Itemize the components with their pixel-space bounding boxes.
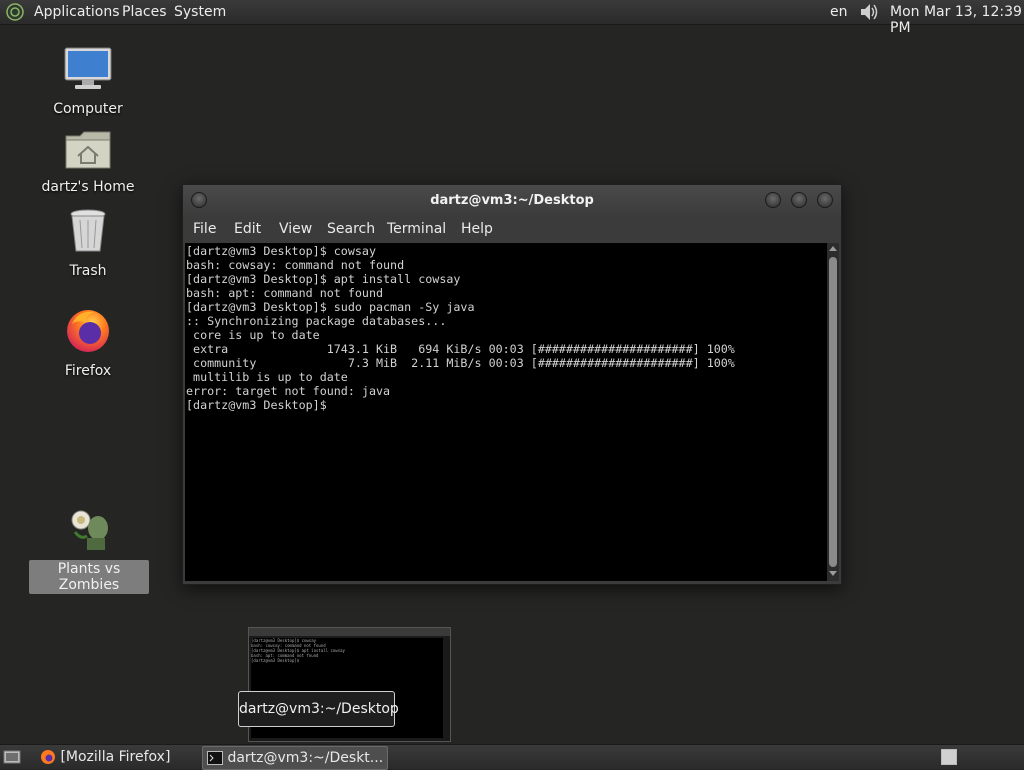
- menu-search[interactable]: Search: [327, 221, 375, 237]
- taskbar-item-label: [Mozilla Firefox]: [60, 749, 171, 765]
- distro-logo-icon[interactable]: [6, 3, 24, 21]
- top-panel: Applications Places System en Mon Mar 13…: [0, 0, 1024, 36]
- desktop-icon-label: Plants vs Zombies: [29, 560, 149, 594]
- minimize-button[interactable]: [765, 192, 781, 208]
- desktop-icon-trash[interactable]: Trash: [33, 208, 143, 280]
- window-tooltip: dartz@vm3:~/Desktop: [238, 691, 399, 727]
- desktop-icon-label: Computer: [53, 101, 123, 117]
- menu-view[interactable]: View: [279, 221, 312, 237]
- menu-terminal[interactable]: Terminal: [387, 221, 446, 237]
- menu-help[interactable]: Help: [461, 221, 493, 237]
- bottom-panel: [Mozilla Firefox] dartz@vm3:~/Deskt...: [0, 744, 1024, 770]
- firefox-icon: [67, 310, 109, 352]
- window-title: dartz@vm3:~/Desktop: [430, 193, 594, 208]
- preview-menubar: [249, 628, 450, 636]
- keyboard-layout-indicator[interactable]: en: [830, 4, 848, 20]
- volume-icon[interactable]: [858, 2, 880, 22]
- plants-vs-zombies-icon: [71, 510, 108, 550]
- home-folder-icon: [65, 131, 111, 169]
- trash-icon: [70, 209, 106, 252]
- taskbar-item-terminal[interactable]: dartz@vm3:~/Deskt...: [202, 746, 389, 770]
- desktop-icon-label: Trash: [69, 263, 107, 279]
- terminal-output[interactable]: [dartz@vm3 Desktop]$ cowsay bash: cowsay…: [185, 243, 827, 581]
- terminal-scrollbar[interactable]: [827, 243, 839, 581]
- scroll-down-icon[interactable]: [829, 571, 837, 576]
- title-bar[interactable]: dartz@vm3:~/Desktop: [183, 185, 841, 215]
- terminal-text: [dartz@vm3 Desktop]$ cowsay bash: cowsay…: [186, 244, 735, 412]
- desktop-icon-firefox[interactable]: Firefox: [33, 306, 143, 380]
- maximize-button[interactable]: [791, 192, 807, 208]
- close-button[interactable]: [817, 192, 833, 208]
- terminal-icon: [207, 751, 223, 765]
- menu-edit[interactable]: Edit: [234, 221, 261, 237]
- desktop-icon-label: Firefox: [64, 363, 112, 379]
- terminal-menubar: File Edit View Search Terminal Help: [183, 215, 841, 243]
- system-menu[interactable]: System: [174, 4, 226, 20]
- scroll-up-icon[interactable]: [829, 246, 837, 251]
- menu-file[interactable]: File: [193, 221, 216, 237]
- places-menu[interactable]: Places: [122, 4, 167, 20]
- desktop-icon-computer[interactable]: Computer: [33, 46, 143, 118]
- clock[interactable]: Mon Mar 13, 12:39 PM: [890, 4, 1024, 36]
- terminal-window[interactable]: dartz@vm3:~/Desktop File Edit View Searc…: [182, 184, 842, 585]
- applications-menu[interactable]: Applications: [34, 4, 120, 20]
- show-desktop-icon[interactable]: [3, 749, 21, 765]
- desktop-icon-home[interactable]: dartz's Home: [33, 128, 143, 196]
- taskbar-item-label: dartz@vm3:~/Deskt...: [227, 750, 384, 766]
- firefox-icon: [41, 750, 55, 764]
- computer-icon: [64, 47, 112, 89]
- workspace-switcher[interactable]: [941, 749, 957, 765]
- desktop-icon-label: dartz's Home: [41, 179, 135, 195]
- taskbar-item-firefox[interactable]: [Mozilla Firefox]: [36, 746, 174, 768]
- desktop-icon-plants-vs-zombies[interactable]: Plants vs Zombies: [29, 506, 149, 594]
- scrollbar-thumb[interactable]: [829, 257, 837, 567]
